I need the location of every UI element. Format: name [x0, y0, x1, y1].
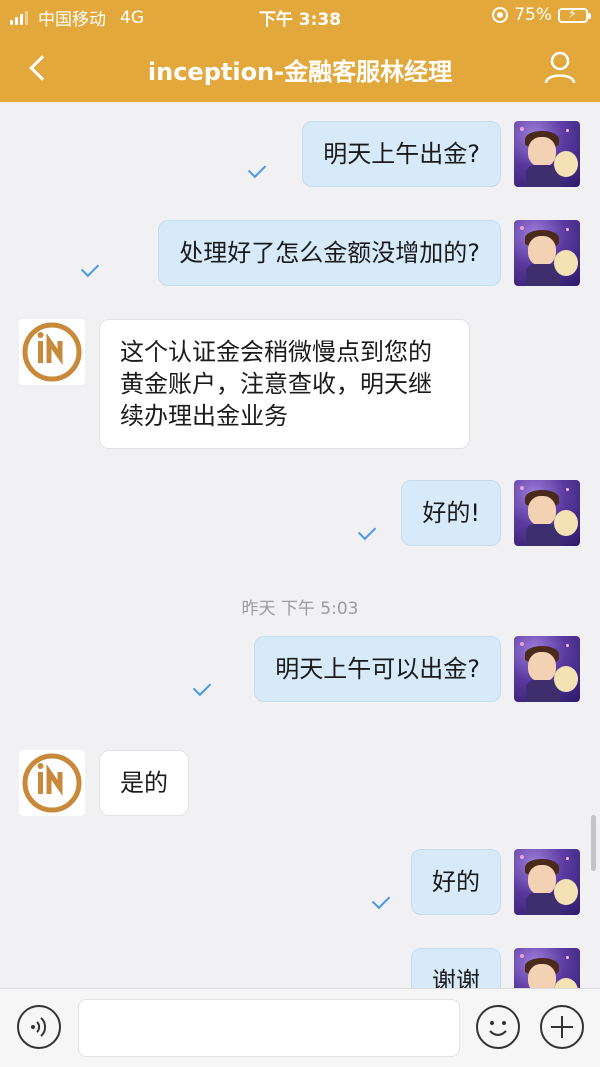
battery-icon: ⚡ [558, 6, 591, 23]
message-bubble-incoming[interactable]: 是的 [99, 750, 189, 816]
chat-title: inception-金融客服林经理 [147, 58, 453, 86]
read-check-icon [80, 258, 100, 278]
message-bubble-incoming[interactable]: 这个认证金会稍微慢点到您的黄金账户，注意查收，明天继续办理出金业务 [99, 319, 470, 449]
user-avatar[interactable] [514, 220, 580, 286]
message-bubble-outgoing[interactable]: 明天上午可以出金? [254, 636, 501, 702]
message-bubble-outgoing[interactable]: 好的 [411, 849, 501, 915]
message-input[interactable] [78, 999, 460, 1057]
agent-avatar[interactable] [19, 750, 85, 816]
read-check-icon [192, 677, 212, 697]
voice-icon [31, 1017, 47, 1037]
message-bubble-outgoing[interactable]: 谢谢 [411, 948, 501, 988]
network-type: 4G [120, 7, 144, 28]
user-avatar[interactable] [514, 636, 580, 702]
battery-percent: 75% [514, 5, 552, 25]
signal-icon [10, 10, 30, 25]
nav-bar: inception-金融客服林经理 [0, 34, 600, 102]
status-bar: 中国移动 4G 下午 3:38 75% ⚡ [0, 0, 600, 34]
status-right: 75% ⚡ [492, 5, 591, 25]
chevron-left-icon [29, 55, 55, 81]
user-avatar[interactable] [514, 480, 580, 546]
scrollbar[interactable] [591, 815, 596, 871]
agent-logo-icon [22, 753, 82, 813]
agent-avatar[interactable] [19, 319, 85, 385]
voice-button[interactable] [17, 1005, 61, 1049]
read-check-icon [357, 521, 377, 541]
orientation-lock-icon [492, 7, 509, 23]
agent-logo-icon [22, 322, 82, 382]
message-bubble-outgoing[interactable]: 明天上午出金? [302, 121, 501, 187]
message-bubble-outgoing[interactable]: 处理好了怎么金额没增加的? [158, 220, 501, 286]
input-bar [0, 988, 600, 1067]
chat-message-list[interactable]: 明天上午出金? 处理好了怎么金额没增加的? 这个认证金会稍微慢点到您的黄金账户，… [0, 102, 600, 988]
user-avatar[interactable] [514, 121, 580, 187]
time-divider: 昨天 下午 5:03 [241, 599, 359, 619]
read-check-icon [247, 159, 267, 179]
carrier-name: 中国移动 [38, 10, 106, 30]
user-avatar[interactable] [514, 849, 580, 915]
message-bubble-outgoing[interactable]: 好的! [401, 480, 501, 546]
charging-bolt-icon: ⚡ [568, 6, 578, 22]
status-left: 中国移动 4G [10, 5, 144, 30]
profile-button[interactable] [540, 48, 580, 88]
emoji-button[interactable] [476, 1005, 520, 1049]
plus-button[interactable] [540, 1005, 584, 1049]
user-avatar[interactable] [514, 948, 580, 988]
emoji-icon [489, 1021, 507, 1036]
back-button[interactable] [18, 48, 58, 88]
read-check-icon [371, 890, 391, 910]
person-icon [544, 51, 576, 84]
